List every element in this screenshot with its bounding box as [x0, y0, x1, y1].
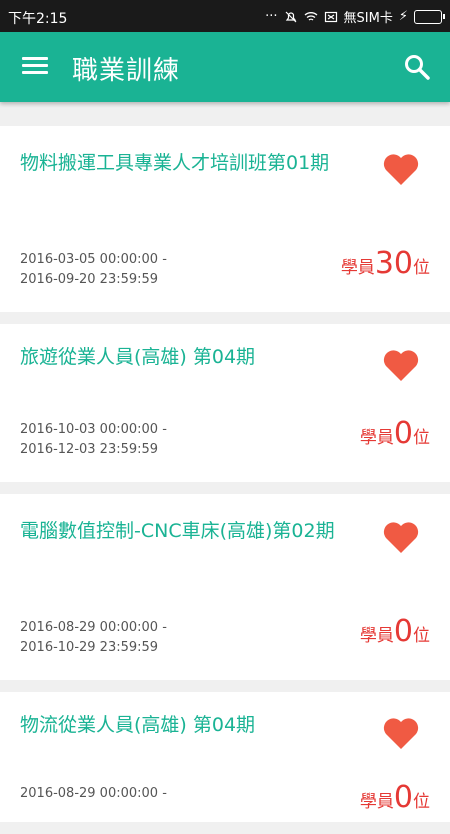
heart-icon[interactable]	[382, 348, 420, 382]
count-prefix: 學員	[340, 258, 375, 278]
start-date: 2016-08-29 00:00:00 -	[20, 620, 167, 635]
app-bar: 職業訓練	[0, 32, 450, 102]
end-date: 2016-09-20 23:59:59	[20, 272, 159, 287]
page-title: 職業訓練	[72, 56, 181, 86]
student-count: 學員0位	[360, 780, 430, 815]
count-number: 0	[393, 416, 413, 451]
no-signal-icon	[324, 11, 337, 22]
menu-icon-bar	[22, 71, 48, 74]
student-count: 學員0位	[360, 416, 430, 451]
count-prefix: 學員	[359, 792, 394, 812]
course-dates: 2016-08-29 00:00:00 -	[20, 784, 167, 804]
count-number: 0	[393, 614, 413, 649]
course-dates: 2016-08-29 00:00:00 - 2016-10-29 23:59:5…	[20, 618, 167, 658]
menu-icon-bar	[22, 64, 48, 67]
course-card[interactable]: 物料搬運工具專業人才培訓班第01期 2016-03-05 00:00:00 - …	[0, 126, 450, 312]
count-number: 0	[393, 780, 413, 815]
end-date: 2016-10-29 23:59:59	[20, 640, 159, 655]
student-count: 學員30位	[341, 246, 430, 281]
status-bar: 下午2:15 ··· 無SIM卡 ⚡	[0, 0, 450, 32]
more-dots-icon: ···	[265, 9, 278, 24]
course-card[interactable]: 旅遊從業人員(高雄) 第04期 2016-10-03 00:00:00 - 20…	[0, 324, 450, 482]
course-card[interactable]: 電腦數值控制-CNC車床(高雄)第02期 2016-08-29 00:00:00…	[0, 494, 450, 680]
wifi-icon	[304, 11, 317, 21]
count-prefix: 學員	[359, 626, 394, 646]
course-card[interactable]: 物流從業人員(高雄) 第04期 2016-08-29 00:00:00 - 學員…	[0, 692, 450, 822]
battery-icon	[414, 9, 445, 24]
count-suffix: 位	[413, 428, 430, 448]
course-dates: 2016-10-03 00:00:00 - 2016-12-03 23:59:5…	[20, 420, 167, 460]
end-date: 2016-12-03 23:59:59	[20, 442, 159, 457]
menu-button[interactable]	[22, 54, 48, 80]
course-title: 旅遊從業人員(高雄) 第04期	[20, 346, 256, 368]
start-date: 2016-08-29 00:00:00 -	[20, 786, 167, 801]
course-dates: 2016-03-05 00:00:00 - 2016-09-20 23:59:5…	[20, 250, 167, 290]
course-title: 物流從業人員(高雄) 第04期	[20, 714, 256, 736]
count-suffix: 位	[413, 792, 430, 812]
course-list: 物料搬運工具專業人才培訓班第01期 2016-03-05 00:00:00 - …	[0, 126, 450, 834]
search-icon[interactable]	[402, 52, 432, 82]
carrier-label: 無SIM卡	[343, 11, 393, 26]
heart-icon[interactable]	[382, 152, 420, 186]
count-suffix: 位	[413, 258, 430, 278]
start-date: 2016-03-05 00:00:00 -	[20, 252, 167, 267]
heart-icon[interactable]	[382, 520, 420, 554]
count-number: 30	[374, 246, 413, 281]
course-title: 物料搬運工具專業人才培訓班第01期	[20, 152, 330, 174]
status-icons: ··· 無SIM卡 ⚡	[265, 7, 445, 26]
mute-icon	[285, 11, 296, 22]
status-time: 下午2:15	[8, 11, 68, 27]
count-prefix: 學員	[359, 428, 394, 448]
heart-icon[interactable]	[382, 716, 420, 750]
count-suffix: 位	[413, 626, 430, 646]
student-count: 學員0位	[360, 614, 430, 649]
menu-icon-bar	[22, 57, 48, 60]
charging-icon: ⚡	[398, 9, 408, 24]
start-date: 2016-10-03 00:00:00 -	[20, 422, 167, 437]
course-title: 電腦數值控制-CNC車床(高雄)第02期	[20, 520, 335, 542]
